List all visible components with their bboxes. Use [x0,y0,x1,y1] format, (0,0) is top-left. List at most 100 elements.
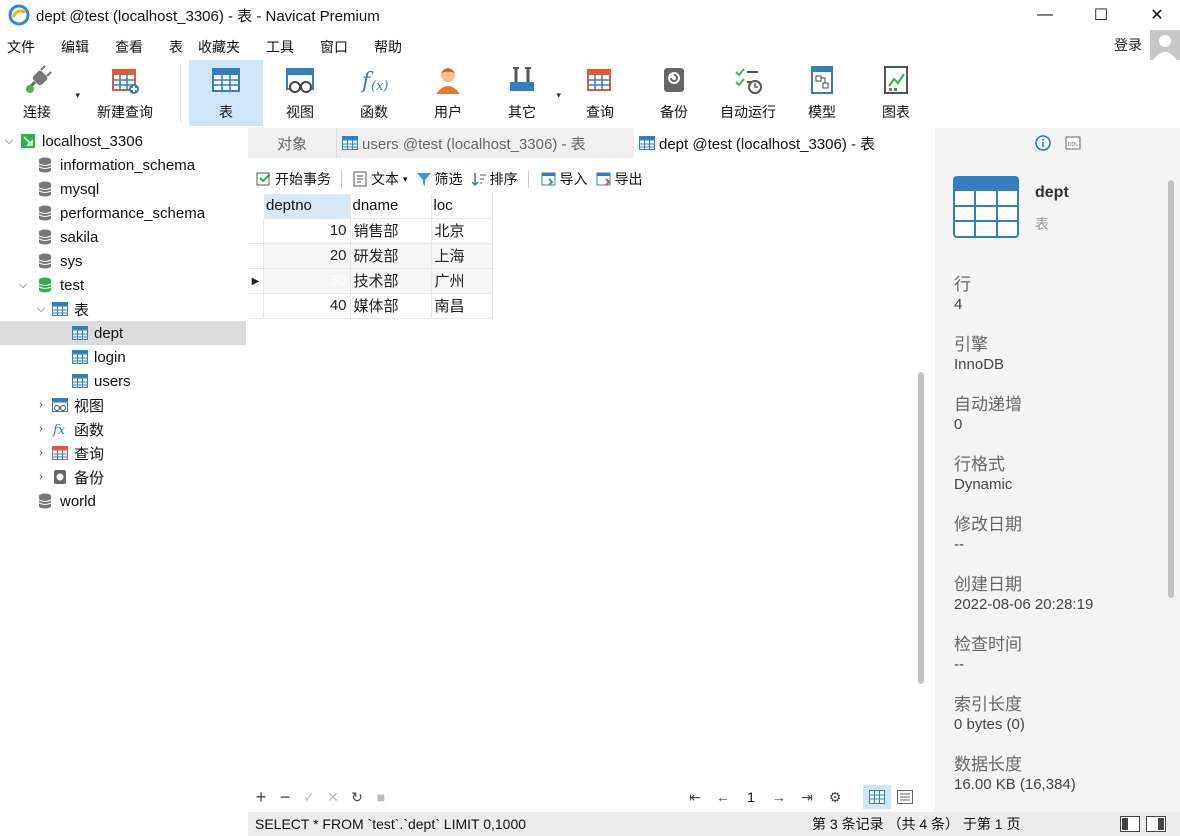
page-number[interactable]: 1 [739,789,763,805]
grid-view-button[interactable] [863,785,891,809]
cell-loc[interactable]: 北京 [431,218,493,244]
add-record-icon[interactable]: + [249,787,273,808]
table-row[interactable]: 10 销售部 北京 [264,218,493,244]
ddl-icon[interactable]: DDL [1065,135,1081,151]
toolbar-new-query[interactable]: 新建查询 [78,60,172,126]
begin-transaction-button[interactable]: 开始事务 [256,169,331,189]
chevron-right-icon[interactable]: › [34,399,48,411]
chevron-right-icon[interactable]: › [34,471,48,483]
tree-table-dept[interactable]: dept [0,321,246,345]
panel-left-icon[interactable] [1120,816,1140,832]
cell-dname[interactable]: 销售部 [350,218,432,244]
tree-table-login[interactable]: login [0,345,246,369]
table-row-selected[interactable]: 30 技术部 广州 [264,268,493,294]
cell-deptno[interactable]: 10 [264,218,351,244]
row-selector[interactable] [248,219,264,244]
column-header-deptno[interactable]: deptno [264,194,351,219]
table-row[interactable]: 20 研发部 上海 [264,243,493,269]
tree-table-users[interactable]: users [0,369,246,393]
cell-loc[interactable]: 上海 [431,243,493,269]
cell-dname[interactable]: 技术部 [350,268,432,294]
next-page-icon[interactable]: → [767,789,791,805]
tree-db-world[interactable]: world [0,489,246,513]
last-page-icon[interactable]: ⇥ [795,789,819,806]
tree-connection[interactable]: ⌵ localhost_3306 [0,129,246,153]
tree-db-sys[interactable]: sys [0,249,246,273]
tree-queries-folder[interactable]: › 查询 [0,441,246,465]
toolbar-backup[interactable]: 备份 [637,60,711,126]
tree-views-folder[interactable]: › 视图 [0,393,246,417]
toolbar-model[interactable]: 模型 [785,60,859,126]
tree-db-performance-schema[interactable]: performance_schema [0,201,246,225]
text-button[interactable]: 文本 ▾ [352,169,408,189]
login-link[interactable]: 登录 [1114,35,1142,55]
menu-favorites[interactable]: 收藏夹 [198,37,240,57]
tree-db-information-schema[interactable]: information_schema [0,153,246,177]
cell-loc[interactable]: 南昌 [431,293,493,319]
first-page-icon[interactable]: ⇤ [683,789,707,806]
discard-changes-icon[interactable]: ✕ [321,789,345,806]
tab-objects[interactable]: 对象 [248,128,336,158]
info-icon[interactable] [1035,135,1051,151]
cell-dname[interactable]: 媒体部 [350,293,432,319]
cell-loc[interactable]: 广州 [431,268,493,294]
cell-dname[interactable]: 研发部 [350,243,432,269]
chevron-down-icon[interactable]: ⌵ [16,279,30,292]
chevron-down-icon[interactable]: ▾ [556,90,561,101]
toolbar-table[interactable]: 表 [189,60,263,126]
tree-functions-folder[interactable]: › fx 函数 [0,417,246,441]
delete-record-icon[interactable]: − [273,787,297,808]
toolbar-view[interactable]: 视图 [263,60,337,126]
toolbar-function[interactable]: f (x) 函数 [337,60,411,126]
cell-deptno[interactable]: 40 [264,293,351,319]
menu-view[interactable]: 查看 [115,37,143,57]
close-button[interactable]: ✕ [1134,0,1180,30]
tree-db-sakila[interactable]: sakila [0,225,246,249]
cell-deptno[interactable]: 30 [264,268,351,294]
column-header-loc[interactable]: loc [431,194,493,219]
import-button[interactable]: 导入 [541,169,588,189]
tree-db-test[interactable]: ⌵ test [0,273,246,297]
row-selector[interactable] [248,244,264,269]
tree-backups-folder[interactable]: › 备份 [0,465,246,489]
menu-help[interactable]: 帮助 [374,37,402,57]
toolbar-query[interactable]: 查询 [563,60,637,126]
row-selector[interactable]: ▶ [248,269,264,294]
apply-changes-icon[interactable]: ✓ [297,789,321,806]
tree-db-mysql[interactable]: mysql [0,177,246,201]
menu-table[interactable]: 表 [169,37,183,57]
filter-button[interactable]: 筛选 [416,169,463,189]
toolbar-schedule[interactable]: 自动运行 [711,60,785,126]
stop-icon[interactable]: ■ [369,789,393,805]
export-button[interactable]: 导出 [596,169,643,189]
cell-deptno[interactable]: 20 [264,243,351,269]
previous-page-icon[interactable]: ← [711,789,735,805]
chevron-down-icon[interactable]: ⌵ [34,303,48,316]
chevron-down-icon[interactable]: ⌵ [2,135,16,148]
toolbar-connect[interactable]: 连接 ▾ [0,60,80,126]
form-view-button[interactable] [897,790,913,804]
sort-button[interactable]: 排序 [471,169,518,189]
row-selector[interactable] [248,294,264,319]
menu-window[interactable]: 窗口 [320,37,348,57]
grid-scrollbar[interactable] [918,372,924,684]
column-header-dname[interactable]: dname [350,194,432,219]
maximize-button[interactable]: ☐ [1078,0,1124,30]
toolbar-other[interactable]: 其它 ▾ [485,60,561,126]
menu-edit[interactable]: 编辑 [61,37,89,57]
tab-users[interactable]: users @test (localhost_3306) - 表 [336,128,634,158]
refresh-icon[interactable]: ↻ [345,789,369,806]
toolbar-chart[interactable]: 图表 [859,60,933,126]
tree-tables-folder[interactable]: ⌵ 表 [0,297,246,321]
minimize-button[interactable]: — [1022,0,1068,30]
menu-tools[interactable]: 工具 [266,37,294,57]
toolbar-user[interactable]: 用户 [411,60,485,126]
tab-dept[interactable]: dept @test (localhost_3306) - 表 [634,128,934,158]
info-panel-scrollbar[interactable] [1168,180,1174,598]
table-row[interactable]: 40 媒体部 南昌 [264,293,493,319]
avatar[interactable] [1150,30,1180,60]
chevron-right-icon[interactable]: › [34,423,48,435]
panel-right-icon[interactable] [1146,816,1166,832]
chevron-right-icon[interactable]: › [34,447,48,459]
settings-gear-icon[interactable]: ⚙ [823,789,847,806]
